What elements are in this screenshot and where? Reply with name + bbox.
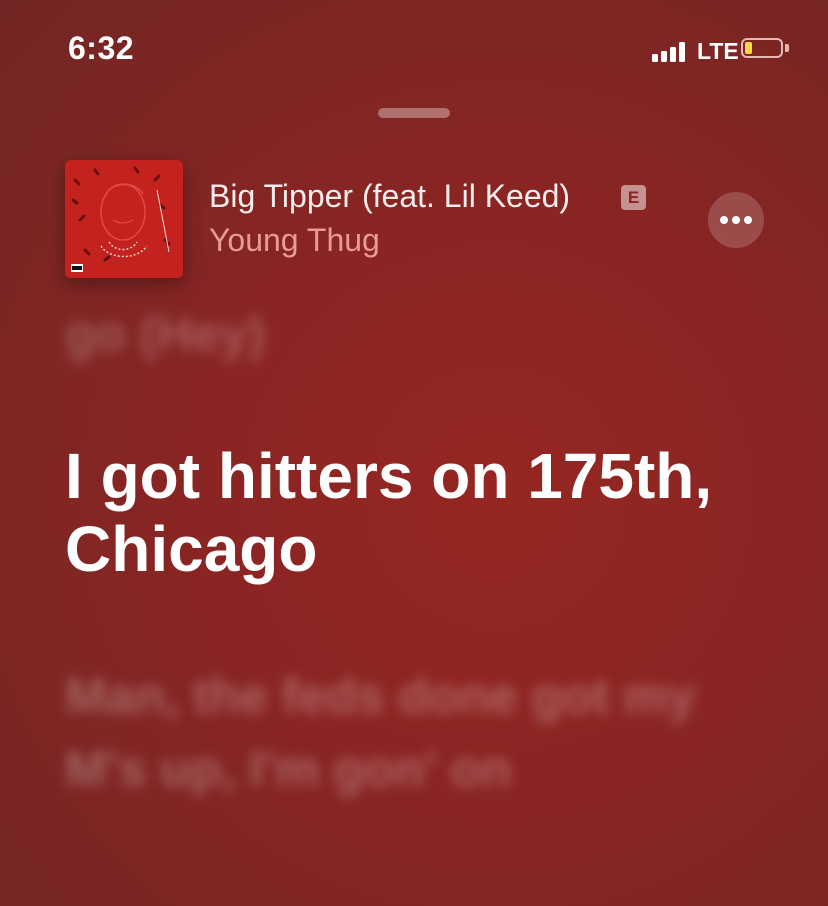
song-title: Big Tipper (feat. Lil Keed): [209, 178, 571, 214]
battery-level-fill: [745, 42, 752, 54]
battery-icon: [741, 38, 783, 58]
album-artwork-icon[interactable]: [65, 160, 183, 278]
explicit-badge: E: [621, 185, 646, 210]
ellipsis-icon: [720, 216, 728, 224]
cellular-signal-icon: [652, 40, 688, 62]
lyric-line-next[interactable]: Man, the feds done got my M's up, I'm go…: [65, 660, 715, 806]
battery-cap: [785, 44, 789, 52]
lyric-line-previous[interactable]: go (Hey): [65, 305, 265, 363]
status-time: 6:32: [68, 30, 135, 66]
more-options-button[interactable]: [708, 192, 764, 248]
status-bar: 6:32 LTE: [0, 0, 828, 100]
lyric-line-current[interactable]: I got hitters on 175th, Chicago: [65, 440, 765, 586]
sheet-grabber-handle[interactable]: [378, 108, 450, 118]
artist-name[interactable]: Young Thug: [209, 222, 380, 259]
network-type-label: LTE: [697, 38, 739, 64]
